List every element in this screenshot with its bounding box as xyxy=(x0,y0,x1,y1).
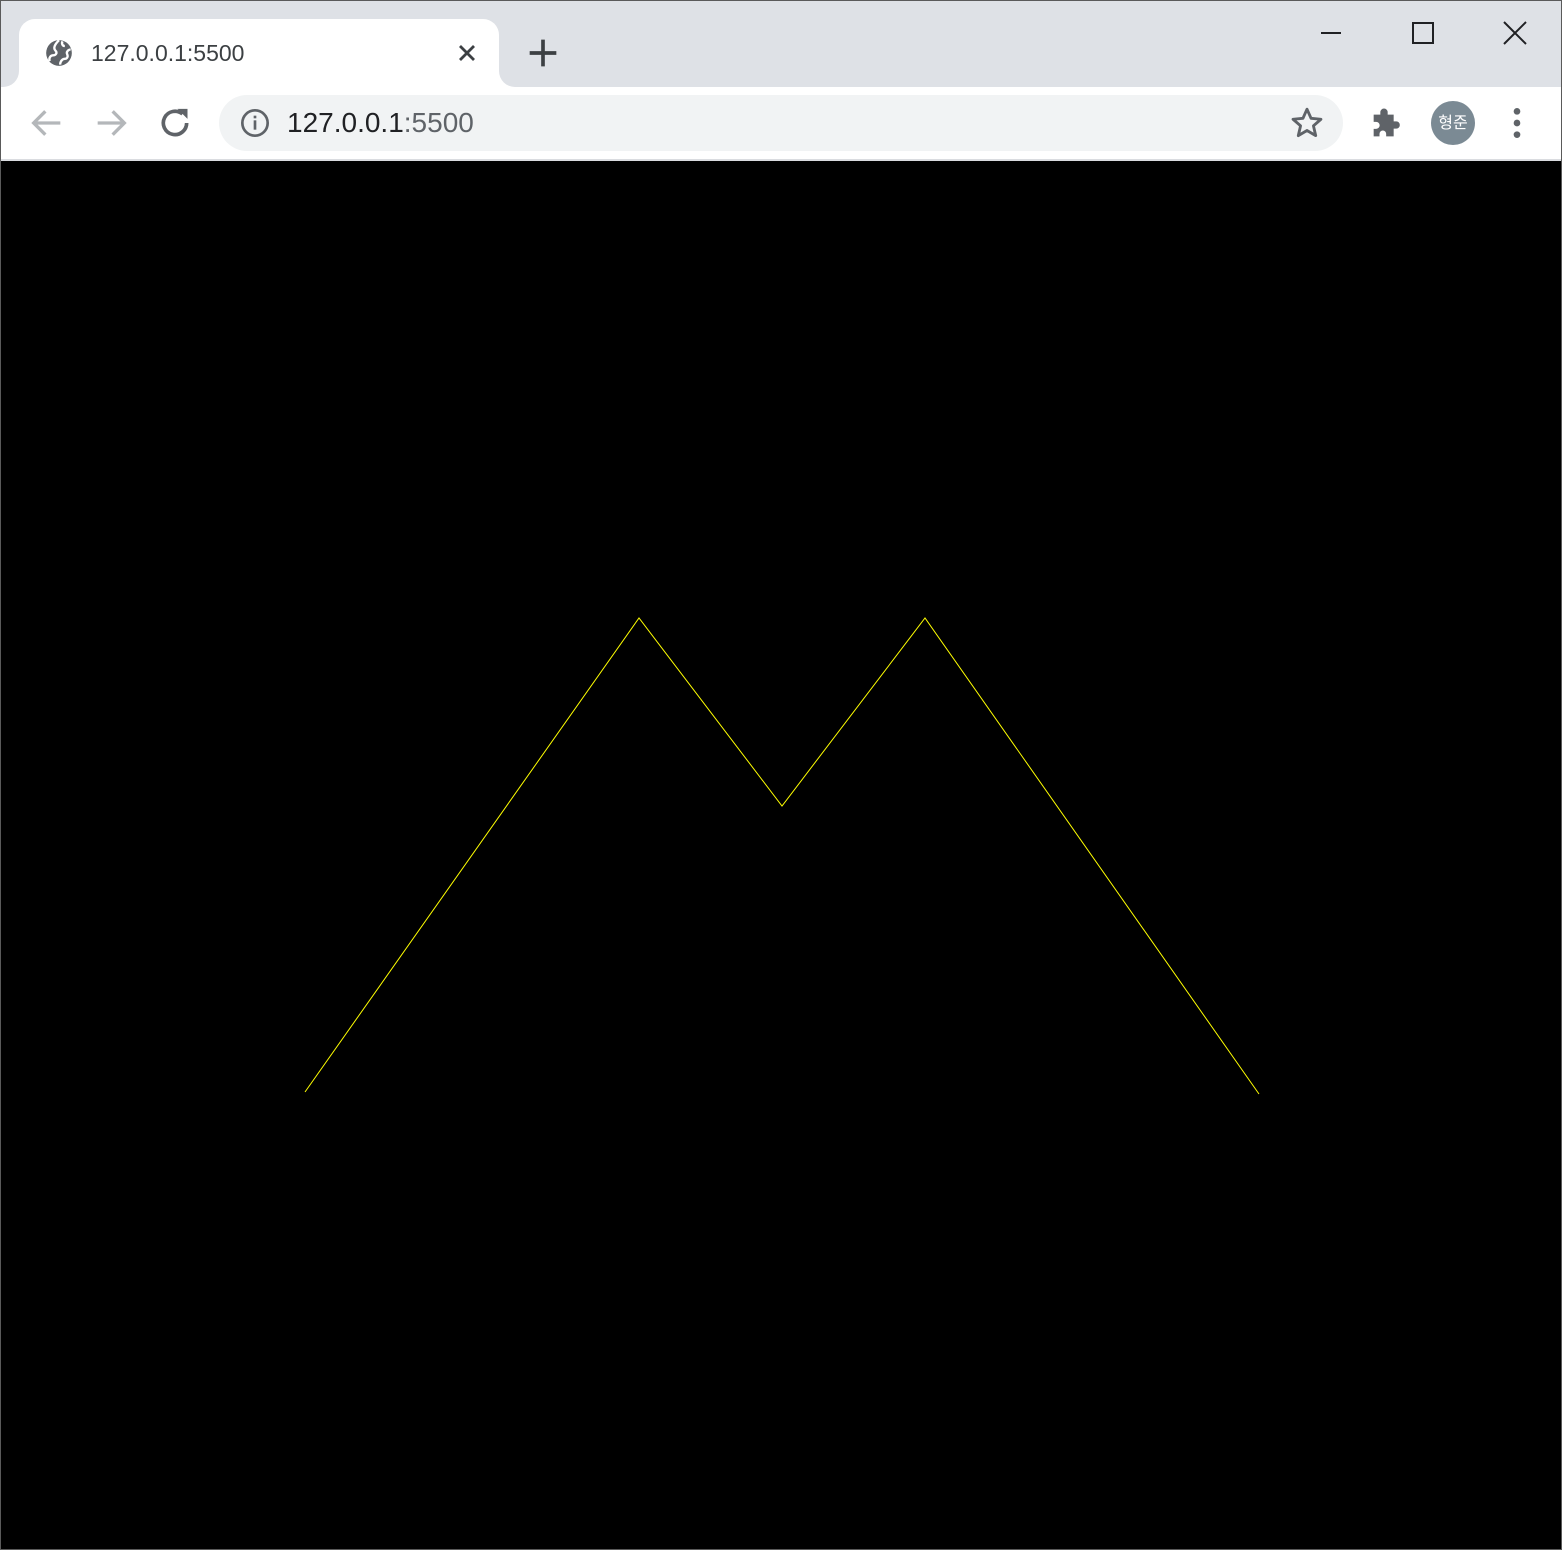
tab-title: 127.0.0.1:5500 xyxy=(91,40,245,66)
minimize-icon[interactable] xyxy=(1309,11,1353,55)
url-port: :5500 xyxy=(403,107,474,138)
reload-icon[interactable] xyxy=(155,103,195,143)
page-content xyxy=(1,161,1561,1549)
star-icon[interactable] xyxy=(1289,105,1325,141)
url-host: 127.0.0.1 xyxy=(287,107,404,138)
address-bar[interactable]: 127.0.0.1:5500 xyxy=(219,95,1343,151)
profile-avatar[interactable]: 형준 xyxy=(1431,101,1475,145)
kebab-menu-icon[interactable] xyxy=(1497,103,1537,143)
mountain-line xyxy=(304,617,1260,1095)
url-text[interactable]: 127.0.0.1:5500 xyxy=(287,108,474,138)
arrow-right-icon[interactable] xyxy=(91,103,131,143)
tab-strip: 127.0.0.1:5500 xyxy=(1,1,1561,87)
globe-icon xyxy=(46,39,72,66)
browser-toolbar: 127.0.0.1:5500 xyxy=(1,87,1561,161)
drawing-canvas xyxy=(304,617,1260,1095)
puzzle-icon[interactable] xyxy=(1367,103,1407,143)
browser-window: 127.0.0.1:5500 127.0.0.1:5500 형준 xyxy=(0,0,1562,1550)
info-icon[interactable] xyxy=(239,107,271,139)
maximize-icon[interactable] xyxy=(1401,11,1445,55)
close-icon[interactable] xyxy=(453,39,481,67)
plus-icon[interactable] xyxy=(523,33,563,73)
tab-active[interactable]: 127.0.0.1:5500 xyxy=(19,19,499,87)
close-icon[interactable] xyxy=(1493,11,1537,55)
arrow-left-icon[interactable] xyxy=(27,103,67,143)
